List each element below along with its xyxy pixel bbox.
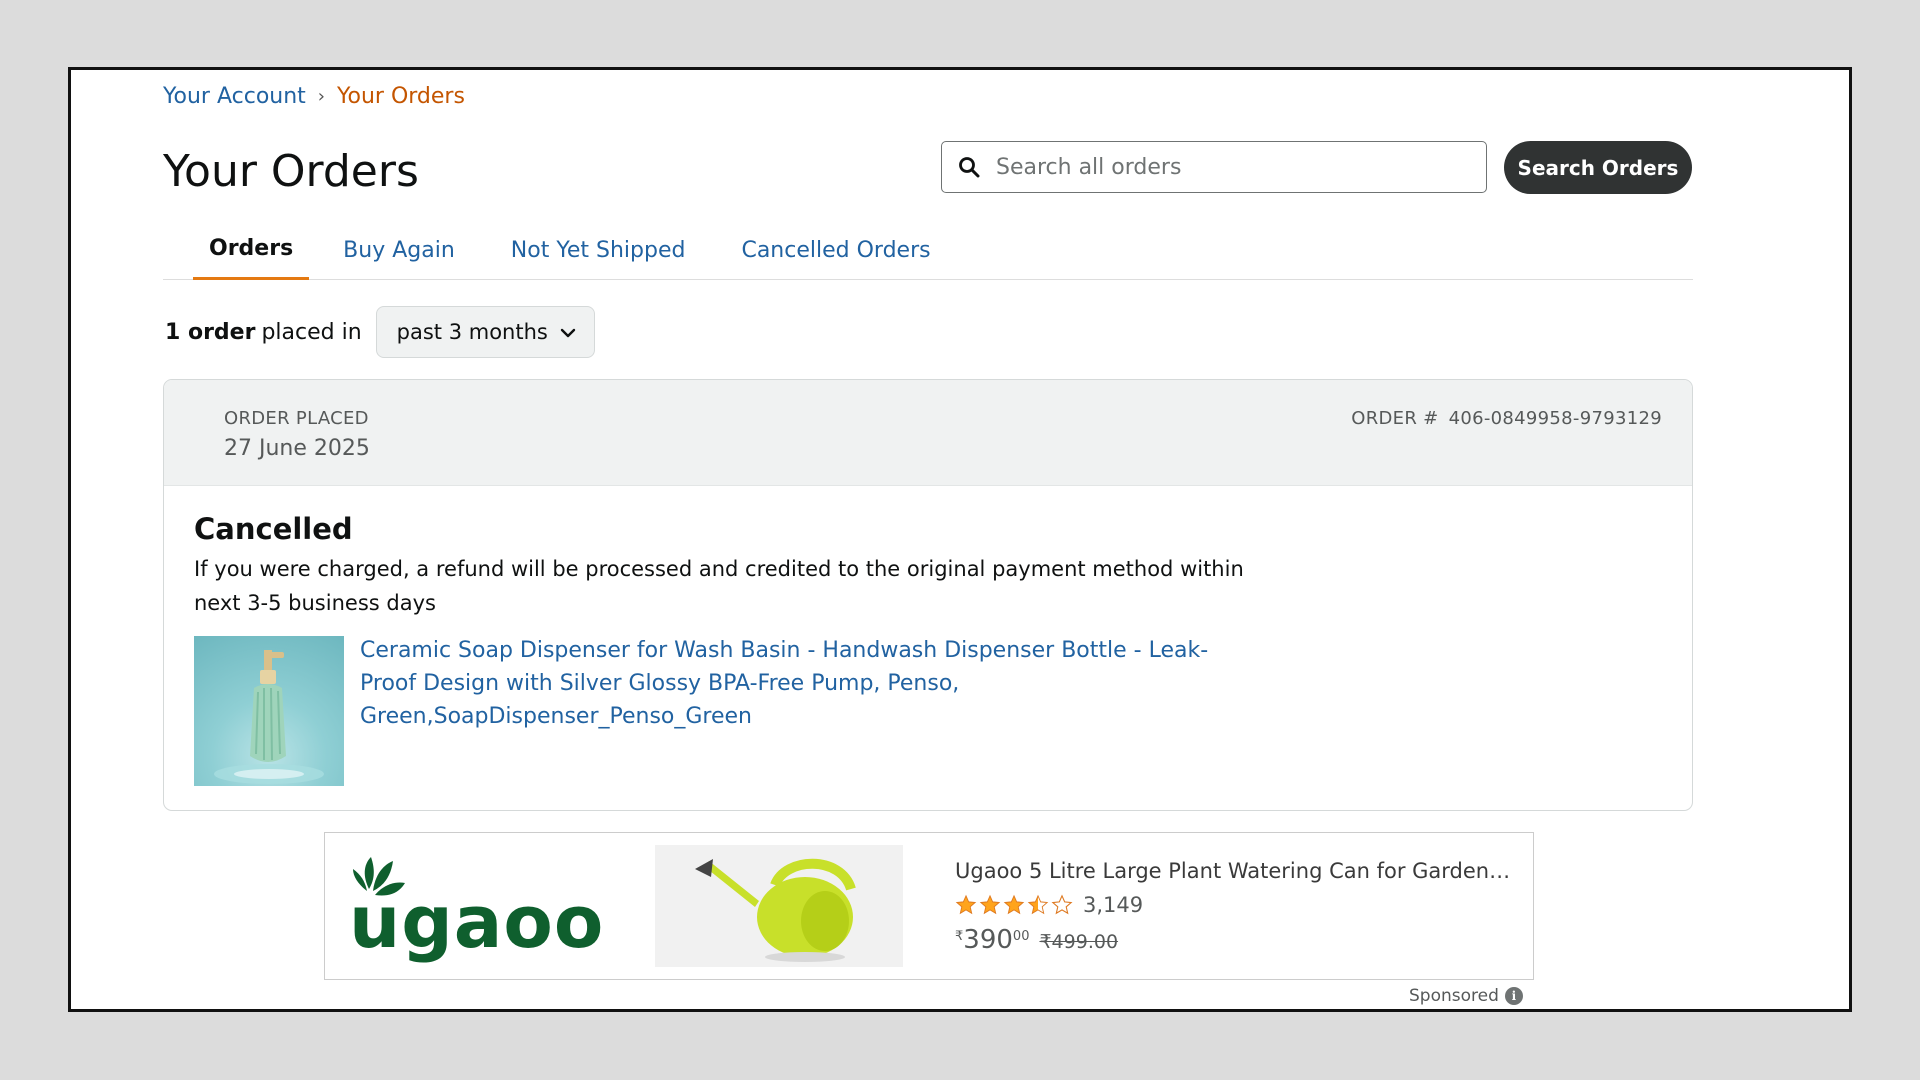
watering-can-image[interactable] xyxy=(655,845,903,967)
tab-not-yet-shipped[interactable]: Not Yet Shipped xyxy=(489,220,708,280)
star-empty-icon xyxy=(1051,894,1073,915)
order-card: ORDER PLACED 27 June 2025 ORDER # 406-08… xyxy=(163,379,1693,811)
ad-price: ₹ 390 00 ₹499.00 xyxy=(955,925,1118,955)
breadcrumb-your-account-link[interactable]: Your Account xyxy=(163,84,306,109)
order-filter-row: 1 order placed in past 3 months xyxy=(165,306,595,358)
tab-cancelled-orders[interactable]: Cancelled Orders xyxy=(719,220,952,280)
order-status: Cancelled xyxy=(194,512,353,546)
price-fraction: 00 xyxy=(1012,929,1030,944)
ad-product-title[interactable]: Ugaoo 5 Litre Large Plant Watering Can f… xyxy=(955,859,1515,883)
sponsored-text: Sponsored xyxy=(1409,986,1499,1006)
chevron-down-icon xyxy=(560,320,576,344)
price-currency: ₹ xyxy=(955,929,964,944)
breadcrumb-your-orders-link[interactable]: Your Orders xyxy=(337,84,465,109)
order-number-label: ORDER # xyxy=(1351,408,1439,429)
star-full-icon xyxy=(1003,894,1025,915)
ugaoo-logo[interactable]: ugaoo xyxy=(349,851,609,964)
price-mrp: ₹499.00 xyxy=(1039,931,1119,953)
sponsored-ad[interactable]: ugaoo Ugaoo 5 Litre Large Plant Watering… xyxy=(324,832,1534,980)
order-placed-date: 27 June 2025 xyxy=(224,436,370,461)
order-header: ORDER PLACED 27 June 2025 ORDER # 406-08… xyxy=(164,380,1692,486)
order-count: 1 order xyxy=(165,319,256,345)
search-icon xyxy=(956,154,982,180)
order-placed-label: ORDER PLACED xyxy=(224,408,369,429)
search-orders-input[interactable] xyxy=(996,154,1466,180)
sponsored-label: Sponsored i xyxy=(1409,986,1523,1006)
ad-rating[interactable]: 3,149 xyxy=(955,893,1143,917)
placed-in-label: placed in xyxy=(261,319,362,345)
star-full-icon xyxy=(955,894,977,915)
search-orders-button[interactable]: Search Orders xyxy=(1504,141,1692,194)
order-number-value: 406-0849958-9793129 xyxy=(1448,408,1662,429)
breadcrumb: Your Account › Your Orders xyxy=(163,84,465,109)
product-title-link[interactable]: Ceramic Soap Dispenser for Wash Basin - … xyxy=(360,634,1240,733)
ad-rating-count[interactable]: 3,149 xyxy=(1083,893,1143,917)
page-title: Your Orders xyxy=(163,146,419,197)
time-period-value: past 3 months xyxy=(396,320,548,344)
star-full-icon xyxy=(979,894,1001,915)
time-period-select[interactable]: past 3 months xyxy=(375,306,595,358)
info-icon[interactable]: i xyxy=(1504,987,1523,1005)
breadcrumb-separator: › xyxy=(317,86,325,107)
search-box[interactable] xyxy=(941,141,1487,193)
star-rating xyxy=(955,894,1073,916)
ugaoo-wordmark: ugaoo xyxy=(349,880,604,963)
tab-orders[interactable]: Orders xyxy=(193,220,310,280)
tab-buy-again[interactable]: Buy Again xyxy=(321,220,477,280)
product-image[interactable] xyxy=(194,636,344,786)
order-tabs: Orders Buy Again Not Yet Shipped Cancell… xyxy=(163,220,1693,280)
order-status-message: If you were charged, a refund will be pr… xyxy=(194,557,1244,615)
star-half-icon xyxy=(1027,894,1049,915)
order-number: ORDER # 406-0849958-9793129 xyxy=(1347,408,1662,429)
price-whole: 390 xyxy=(963,925,1013,955)
orders-page: Your Account › Your Orders Your Orders S… xyxy=(68,67,1852,1012)
